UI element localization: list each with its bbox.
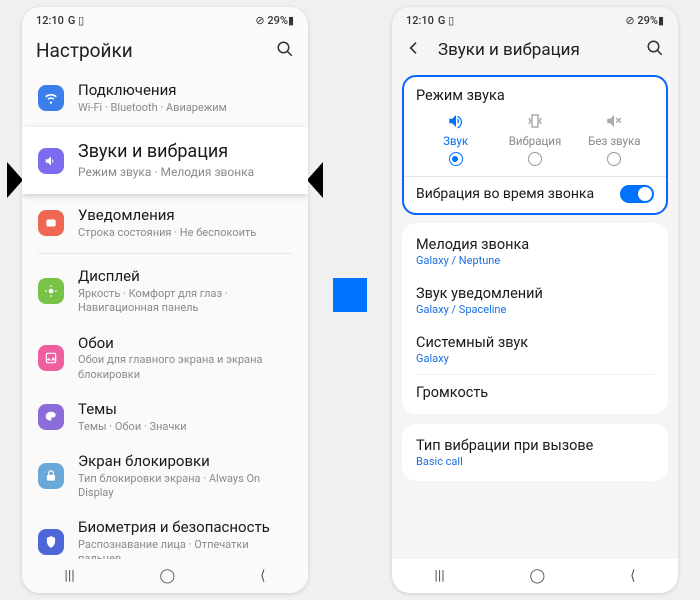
status-icons-right: ⊘ 29%▮ [625,14,664,27]
mode-label: Без звука [588,134,640,148]
nav-recent[interactable]: ||| [434,568,444,584]
item-subtitle: Режим звука · Мелодия звонка [78,165,292,181]
setting-subtitle: Galaxy / Spaceline [416,303,654,316]
sound-icon [38,148,64,174]
mode-sound[interactable]: Звук [416,112,495,166]
back-icon[interactable] [406,40,426,60]
phone-sounds-screen: 12:10 G ▯ ⊘ 29%▮ Звуки и вибрация Режим … [392,7,678,593]
wifi-icon [38,85,64,111]
status-icons-left: G ▯ [68,14,84,27]
setting-title: Звук уведомлений [416,285,654,302]
nav-home[interactable]: ◯ [530,568,546,584]
nav-recent[interactable]: ||| [64,568,74,584]
radio-selected[interactable] [449,152,463,166]
item-title: Дисплей [78,267,292,286]
setting-title: Мелодия звонка [416,236,654,253]
search-icon[interactable] [642,39,664,61]
biometrics-icon [38,529,64,555]
themes-icon [38,404,64,430]
page-title: Звуки и вибрация [438,40,642,60]
lock-icon [38,463,64,489]
vibrate-while-ringing-row[interactable]: Вибрация во время звонка [416,185,654,203]
phone-settings-main: 12:10 G ▯ ⊘ 29%▮ Настройки Подключения W… [22,7,308,593]
connector-block [333,278,367,312]
setting-title: Системный звук [416,334,654,351]
setting-ringtone[interactable]: Мелодия звонка Galaxy / Neptune [402,227,668,276]
item-title: Уведомления [78,206,292,225]
item-subtitle: Обои для главного экрана и экрана блокир… [78,353,292,382]
mode-vibrate[interactable]: Вибрация [495,112,574,166]
setting-system-sound[interactable]: Системный звук Galaxy [402,325,668,374]
item-title: Подключения [78,81,292,100]
setting-vibration-pattern[interactable]: Тип вибрации при вызове Basic call [402,428,668,477]
nav-bar: ||| ◯ ⟨ [392,559,678,593]
status-time: 12:10 [36,14,64,27]
sound-settings-block-1: Мелодия звонка Galaxy / Neptune Звук уве… [402,223,668,414]
highlight-arrow-left [7,162,23,198]
item-subtitle: Wi-Fi · Bluetooth · Авиарежим [78,101,292,115]
display-icon [38,278,64,304]
setting-notification-sound[interactable]: Звук уведомлений Galaxy / Spaceline [402,276,668,325]
toggle-switch-on[interactable] [620,185,654,203]
vibrate-icon [526,112,544,130]
mode-label: Звук [443,134,468,148]
mute-icon [605,112,623,130]
page-title: Настройки [36,39,272,62]
setting-title: Громкость [416,384,654,401]
sound-mode-panel: Режим звука Звук Вибрация Без з [402,75,668,215]
item-title: Биометрия и безопасность [78,518,292,537]
mode-label: Вибрация [509,134,562,148]
setting-subtitle: Galaxy / Neptune [416,254,654,267]
settings-list: Подключения Wi-Fi · Bluetooth · Авиарежи… [22,72,308,576]
notification-icon [38,210,64,236]
setting-subtitle: Galaxy [416,352,654,365]
setting-volume[interactable]: Громкость [402,375,668,410]
status-bar: 12:10 G ▯ ⊘ 29%▮ [22,7,308,33]
nav-back[interactable]: ⟨ [630,568,635,584]
nav-home[interactable]: ◯ [160,568,176,584]
list-item-connections[interactable]: Подключения Wi-Fi · Bluetooth · Авиарежи… [22,72,308,124]
list-item-themes[interactable]: Темы Темы · Обои · Значки [22,391,308,443]
status-time: 12:10 [406,14,434,27]
mode-mute[interactable]: Без звука [575,112,654,166]
item-subtitle: Строка состояния · Не беспокоить [78,226,292,240]
list-item-notifications[interactable]: Уведомления Строка состояния · Не беспок… [22,197,308,249]
setting-subtitle: Basic call [416,455,654,468]
sound-settings-block-2: Тип вибрации при вызове Basic call [402,424,668,481]
search-icon[interactable] [272,40,294,62]
sound-on-icon [447,112,465,130]
divider [38,253,292,254]
radio-unselected[interactable] [607,152,621,166]
setting-title: Тип вибрации при вызове [416,437,654,454]
item-title: Звуки и вибрация [78,141,292,164]
toggle-label: Вибрация во время звонка [416,186,594,202]
item-subtitle: Темы · Обои · Значки [78,420,292,434]
list-item-sounds[interactable]: Звуки и вибрация Режим звука · Мелодия з… [22,127,308,194]
list-item-wallpaper[interactable]: Обои Обои для главного экрана и экрана б… [22,325,308,391]
list-item-display[interactable]: Дисплей Яркость · Комфорт для глаз · Нав… [22,258,308,324]
item-title: Темы [78,400,292,419]
item-subtitle: Тип блокировки экрана · Always On Displa… [78,472,292,501]
item-title: Экран блокировки [78,452,292,471]
item-title: Обои [78,334,292,353]
header: Звуки и вибрация [392,33,678,71]
mode-selector: Звук Вибрация Без звука [416,112,654,166]
highlight-arrow-right [307,162,323,198]
radio-unselected[interactable] [528,152,542,166]
status-bar: 12:10 G ▯ ⊘ 29%▮ [392,7,678,33]
divider [404,176,666,177]
list-item-lockscreen[interactable]: Экран блокировки Тип блокировки экрана ·… [22,443,308,509]
panel-title: Режим звука [416,87,654,104]
status-icons-left: G ▯ [438,14,454,27]
status-icons-right: ⊘ 29%▮ [255,14,294,27]
nav-back[interactable]: ⟨ [260,568,265,584]
wallpaper-icon [38,345,64,371]
item-subtitle: Яркость · Комфорт для глаз · Навигационн… [78,287,292,316]
nav-bar: ||| ◯ ⟨ [22,559,308,593]
header: Настройки [22,33,308,72]
